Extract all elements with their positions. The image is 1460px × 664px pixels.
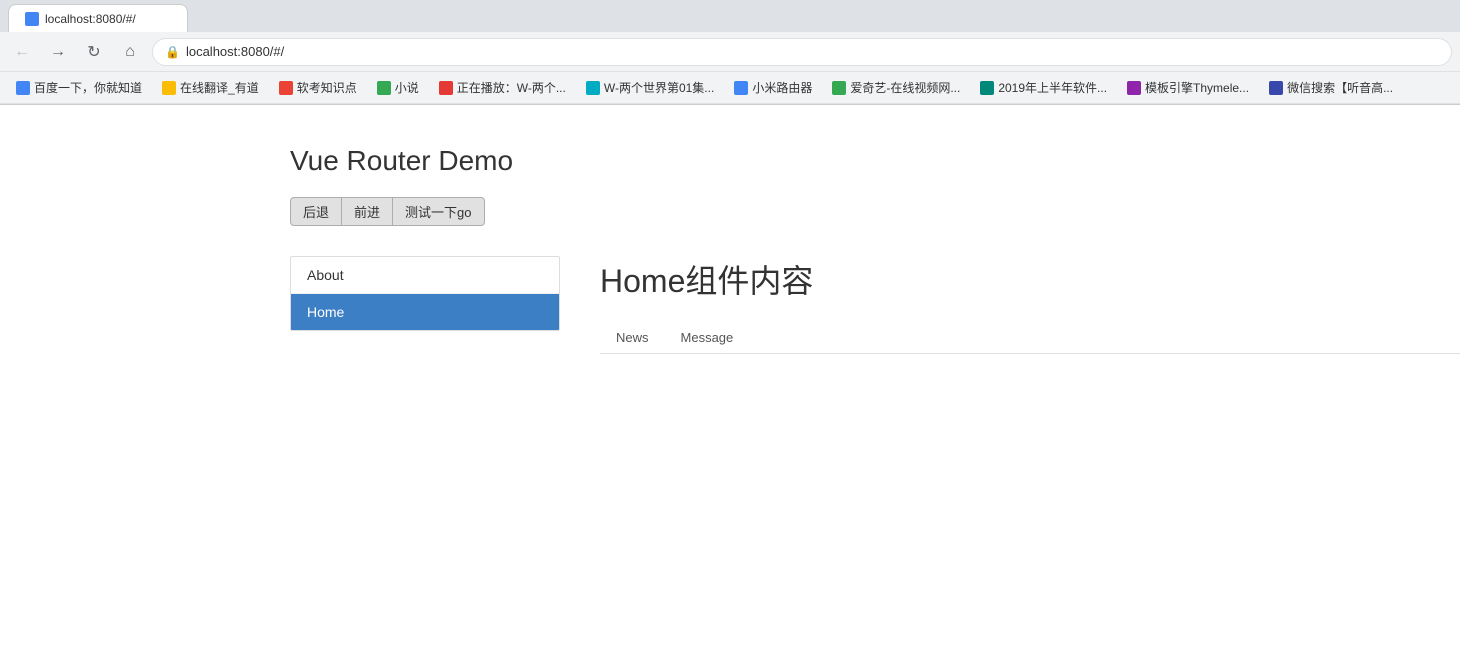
- back-app-button[interactable]: 后退: [290, 197, 342, 226]
- bookmark-item[interactable]: 微信搜索【听音高...: [1261, 76, 1401, 99]
- tab-title: localhost:8080/#/: [45, 12, 136, 26]
- app-title: Vue Router Demo: [290, 145, 1460, 177]
- bookmark-favicon: [16, 81, 30, 95]
- bookmark-favicon: [1269, 81, 1283, 95]
- bookmark-label: 小米路由器: [752, 79, 812, 96]
- sub-nav: News Message: [600, 322, 1460, 354]
- bookmark-item[interactable]: 小米路由器: [726, 76, 820, 99]
- bookmark-item[interactable]: 爱奇艺-在线视频网...: [824, 76, 968, 99]
- bookmark-favicon: [162, 81, 176, 95]
- reload-button[interactable]: ↻: [80, 38, 108, 66]
- bookmark-favicon: [279, 81, 293, 95]
- main-layout: About Home Home组件内容 News Message: [290, 256, 1460, 354]
- bookmark-label: 百度一下，你就知道: [34, 79, 142, 96]
- bookmark-item[interactable]: 小说: [369, 76, 427, 99]
- bookmark-favicon: [377, 81, 391, 95]
- bookmark-favicon: [980, 81, 994, 95]
- lock-icon: 🔒: [165, 45, 180, 59]
- browser-chrome: localhost:8080/#/ ← → ↻ ⌂ 🔒 localhost:80…: [0, 0, 1460, 105]
- content-area: Home组件内容 News Message: [600, 256, 1460, 354]
- test-go-button[interactable]: 测试一下go: [393, 197, 484, 226]
- btn-group: 后退 前进 测试一下go: [290, 197, 1460, 226]
- bookmark-label: 小说: [395, 79, 419, 96]
- browser-tab[interactable]: localhost:8080/#/: [8, 4, 188, 32]
- bookmark-favicon: [586, 81, 600, 95]
- address-text: localhost:8080/#/: [186, 44, 284, 59]
- address-bar[interactable]: 🔒 localhost:8080/#/: [152, 38, 1452, 66]
- bookmark-item[interactable]: 正在播放：W-两个...: [431, 76, 574, 99]
- bookmark-label: 2019年上半年软件...: [998, 79, 1107, 96]
- nav-panel: About Home: [290, 256, 560, 331]
- bookmark-favicon: [439, 81, 453, 95]
- home-button[interactable]: ⌂: [116, 38, 144, 66]
- bookmark-label: 软考知识点: [297, 79, 357, 96]
- back-button[interactable]: ←: [8, 38, 36, 66]
- browser-tabs: localhost:8080/#/: [0, 0, 1460, 32]
- bookmark-item[interactable]: 在线翻译_有道: [154, 76, 267, 99]
- bookmark-item[interactable]: 2019年上半年软件...: [972, 76, 1115, 99]
- bookmark-favicon: [832, 81, 846, 95]
- sub-nav-news[interactable]: News: [600, 322, 665, 353]
- component-title: Home组件内容: [600, 256, 1460, 302]
- bookmark-label: 微信搜索【听音高...: [1287, 79, 1393, 96]
- forward-app-button[interactable]: 前进: [342, 197, 393, 226]
- bookmark-label: 在线翻译_有道: [180, 79, 259, 96]
- bookmark-favicon: [1127, 81, 1141, 95]
- bookmark-item[interactable]: W-两个世界第01集...: [578, 76, 722, 99]
- bookmark-item[interactable]: 模板引擎Thymele...: [1119, 76, 1257, 99]
- page-content: Vue Router Demo 后退 前进 测试一下go About Home …: [0, 105, 1460, 354]
- bookmark-item[interactable]: 百度一下，你就知道: [8, 76, 150, 99]
- tab-favicon: [25, 12, 39, 26]
- bookmark-label: 爱奇艺-在线视频网...: [850, 79, 960, 96]
- bookmark-label: 正在播放：W-两个...: [457, 79, 566, 96]
- nav-item-about[interactable]: About: [291, 257, 559, 294]
- nav-item-home[interactable]: Home: [291, 294, 559, 330]
- forward-button[interactable]: →: [44, 38, 72, 66]
- browser-toolbar: ← → ↻ ⌂ 🔒 localhost:8080/#/: [0, 32, 1460, 72]
- bookmark-label: W-两个世界第01集...: [604, 79, 714, 96]
- bookmark-label: 模板引擎Thymele...: [1145, 79, 1249, 96]
- sub-nav-message[interactable]: Message: [665, 322, 750, 353]
- bookmark-favicon: [734, 81, 748, 95]
- bookmark-item[interactable]: 软考知识点: [271, 76, 365, 99]
- bookmarks-bar: 百度一下，你就知道 在线翻译_有道 软考知识点 小说 正在播放：W-两个... W-两个世…: [0, 72, 1460, 104]
